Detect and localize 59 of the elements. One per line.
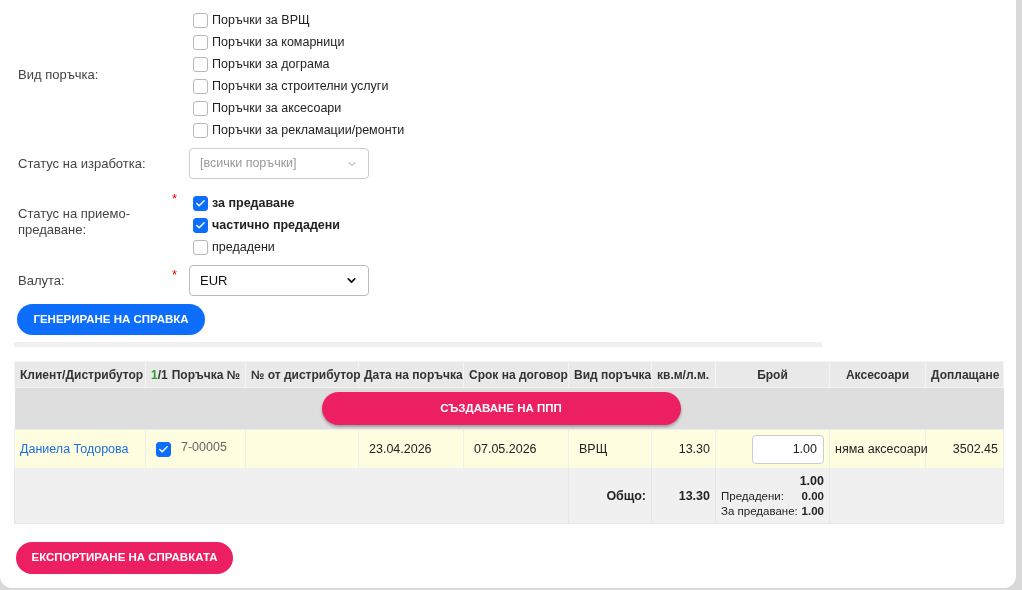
column-header: Срок на договор (469, 367, 568, 382)
checkbox-label: Поръчки за рекламации/ремонти (212, 121, 405, 139)
table-cell: 3502.45 (952, 441, 998, 456)
checkbox-label: Поръчки за аксесоари (212, 99, 342, 117)
selection-counter: 1/1 (151, 366, 168, 384)
to-hand-label: За предаване: (721, 503, 798, 519)
checkbox[interactable] (156, 441, 171, 457)
checkbox[interactable] (193, 12, 208, 28)
column-header: Аксесоари (845, 367, 910, 382)
column-header: Клиент/Дистрибутор (20, 367, 144, 382)
field-label: Статус на изработка: (18, 155, 146, 171)
checkbox[interactable] (193, 195, 208, 211)
total-label: Общо: (606, 488, 646, 503)
column-header: № от дистрибутор (251, 367, 361, 382)
column-header: кв.м/л.м. (657, 367, 710, 382)
checkbox-label: частично предадени (212, 216, 341, 234)
checkbox-label: Поръчки за строителни услуги (212, 77, 389, 95)
table-cell: няма аксесоари (835, 441, 928, 456)
column-header: Поръчка № (171, 366, 241, 384)
checkbox-label: Поръчки за комарници (212, 33, 345, 51)
export-report-button[interactable]: ЕКСПОРТИРАНЕ НА СПРАВКАТА (16, 542, 233, 574)
table-cell: 13.30 (678, 441, 710, 456)
handed-label: Предадени: (721, 488, 784, 504)
total-quantity: 1.00 (799, 473, 824, 488)
column-header: Доплащане (931, 367, 1000, 382)
order-number: 7-00005 (181, 438, 227, 456)
total-area: 13.30 (678, 488, 710, 503)
check-icon (158, 443, 169, 455)
required-asterisk: * (172, 191, 178, 206)
status-select[interactable]: [всички поръчки] (189, 148, 369, 179)
column-header: Брой (757, 367, 788, 382)
to-hand-value: 1.00 (801, 503, 824, 519)
checkbox-label: Поръчки за ВРЩ (212, 11, 310, 29)
column-header: Вид поръчка (574, 367, 652, 382)
handed-value: 0.00 (801, 488, 824, 504)
field-label: Валута: (18, 272, 65, 288)
checkbox[interactable] (193, 100, 208, 116)
checkbox[interactable] (193, 217, 208, 233)
table-cell: 23.04.2026 (369, 441, 432, 456)
create-ppp-button[interactable]: СЪЗДАВАНЕ НА ППП (321, 392, 681, 425)
checkbox[interactable] (193, 56, 208, 72)
checkbox[interactable] (193, 78, 208, 94)
table-cell: 07.05.2026 (474, 441, 537, 456)
checkbox[interactable] (193, 34, 208, 50)
checkbox-label: Поръчки за дограма (212, 55, 330, 73)
required-asterisk: * (172, 267, 178, 282)
table-cell: ВРЩ (579, 441, 608, 456)
currency-select[interactable]: EUR (189, 265, 369, 296)
checkbox-label: за предаване (212, 194, 295, 212)
checkbox-label: предадени (212, 238, 275, 256)
check-icon (195, 219, 206, 231)
generate-report-button[interactable]: ГЕНЕРИРАНЕ НА СПРАВКА (17, 304, 205, 335)
check-icon (195, 197, 206, 209)
field-label: Вид поръчка: (18, 67, 99, 82)
checkbox[interactable] (193, 122, 208, 138)
column-header: Дата на поръчка (364, 367, 463, 382)
checkbox[interactable] (193, 239, 208, 255)
quantity-input[interactable]: 1.00 (752, 434, 824, 464)
field-label: Статус на приемо-предаване: (18, 206, 130, 237)
